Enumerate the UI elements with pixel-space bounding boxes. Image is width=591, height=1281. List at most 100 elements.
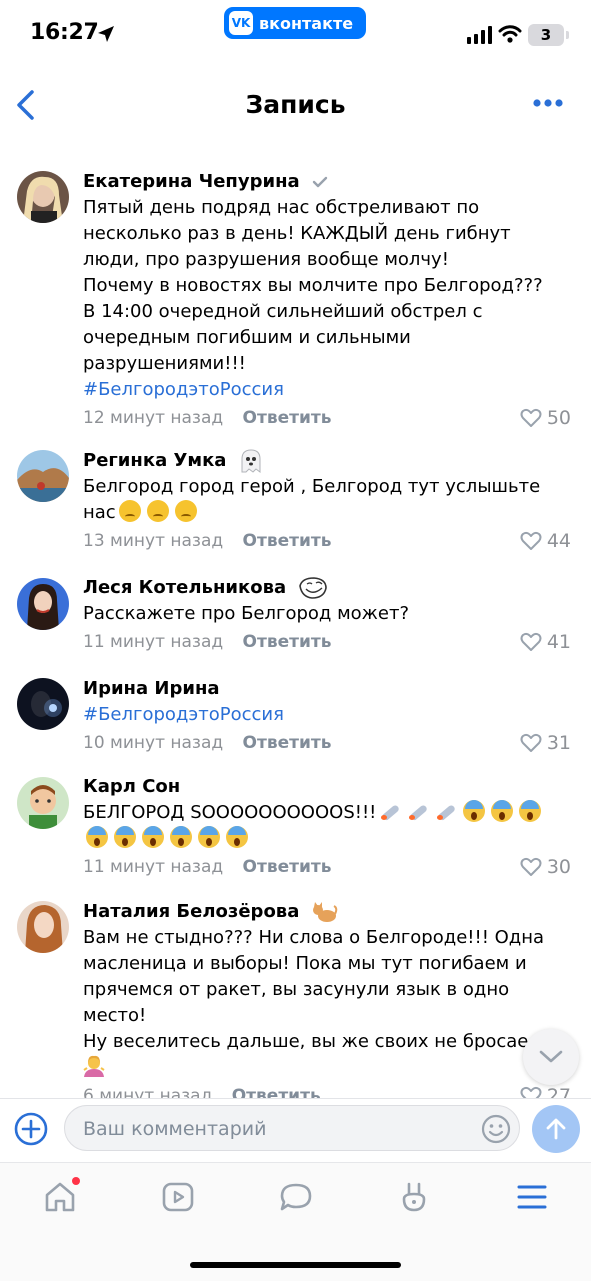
comment-time: 12 минут назад [83,408,224,428]
vk-logo-icon: VK [229,11,253,35]
reply-button[interactable]: Ответить [232,1086,321,1098]
scream-face-emoji [114,826,136,848]
woman-shrugging-emoji [83,1055,105,1077]
like-button[interactable]: 44 [520,526,571,556]
battery-nub [566,31,569,39]
cellular-signal-icon [467,26,492,44]
scream-face-emoji [491,800,514,822]
comment-item: Ирина Ирина #БелгородэтоРоссия 10 минут … [0,675,591,765]
verified-check-icon [312,176,328,188]
like-count: 41 [546,631,571,653]
comment-time: 13 минут назад [83,531,224,551]
heart-icon [520,531,542,550]
comment-item: Карл Сон БЕЛГОРОД SOOOOOOOOOOS!!! 11 мин… [0,773,591,888]
avatar[interactable] [17,578,69,630]
comment-text-body: БЕЛГОРОД SOOOOOOOOOOS!!! [83,802,377,823]
like-count: 30 [546,856,571,878]
hashtag-link[interactable]: #БелгородэтоРоссия [83,702,571,728]
comment-composer [0,1098,591,1163]
like-button[interactable]: 30 [520,852,571,882]
tab-menu[interactable] [512,1177,552,1217]
like-button[interactable]: 50 [520,403,571,433]
author-name[interactable]: Регинка Умка [83,450,226,471]
reply-button[interactable]: Ответить [243,733,332,753]
downcast-face-emoji [174,500,197,522]
vk-app-label: вконтакте [259,13,354,33]
more-options-icon[interactable] [532,96,564,110]
comment-input[interactable] [81,1106,475,1152]
scream-face-emoji [170,826,192,848]
menu-icon [517,1185,547,1209]
comment-item: Леся Котельникова Расскажете про Белгоро… [0,574,591,664]
wifi-icon [498,25,522,43]
emoji-smile-icon[interactable] [480,1113,512,1145]
like-count: 50 [546,407,571,429]
avatar[interactable] [17,901,69,953]
downcast-face-emoji [146,500,169,522]
messages-icon [280,1183,312,1211]
location-arrow-icon [98,26,114,42]
scream-face-emoji [463,800,486,822]
author-name[interactable]: Леся Котельникова [83,577,286,598]
chevron-down-icon [539,1050,563,1063]
comment-meta: 6 минут назад Ответить 27 [83,1081,571,1098]
comment-text: Белгород город герой , Белгород тут услы… [83,474,571,526]
comment-author[interactable]: Ирина Ирина [83,675,571,702]
author-name[interactable]: Екатерина Чепурина [83,171,300,192]
trollface-icon [299,577,328,599]
reply-button[interactable]: Ответить [243,408,332,428]
scroll-cut-edge [0,134,591,142]
avatar[interactable] [17,171,69,223]
rocket-emoji [407,800,429,822]
comment-author[interactable]: Наталия Белозёрова [83,898,571,925]
comment-meta: 13 минут назад Ответить 44 [83,526,571,556]
ghost-icon [241,449,261,473]
comment-time: 10 минут назад [83,733,224,753]
send-arrow-icon [546,1118,566,1140]
rocket-emoji [379,800,401,822]
heart-icon [520,632,542,651]
status-time: 16:27 [30,20,99,45]
comment-item: Екатерина Чепурина Пятый день подряд нас… [0,168,591,433]
author-name[interactable]: Ирина Ирина [83,678,220,699]
avatar[interactable] [17,777,69,829]
reply-button[interactable]: Ответить [243,857,332,877]
comment-text: БЕЛГОРОД SOOOOOOOOOOS!!! [83,800,571,852]
tab-clips[interactable] [394,1177,434,1217]
send-button[interactable] [532,1105,580,1153]
comment-author[interactable]: Регинка Умка [83,447,571,474]
add-attachment-icon[interactable] [13,1111,49,1147]
page-title: Запись [245,90,346,119]
cat-icon [312,902,337,922]
like-button[interactable]: 41 [520,627,571,657]
comment-emoji-row [83,1055,571,1081]
tab-home[interactable] [40,1177,80,1217]
comment-time: 6 минут назад [83,1086,213,1098]
battery-indicator: 3 [528,24,564,46]
comment-meta: 11 минут назад Ответить 30 [83,852,571,882]
like-button[interactable]: 31 [520,728,571,758]
heart-icon [520,1086,542,1098]
clips-icon [402,1182,426,1212]
vk-app-badge[interactable]: VK вконтакте [224,7,366,39]
reply-button[interactable]: Ответить [243,531,332,551]
avatar[interactable] [17,450,69,502]
comment-author[interactable]: Карл Сон [83,773,571,800]
author-name[interactable]: Карл Сон [83,776,180,797]
comment-meta: 11 минут назад Ответить 41 [83,627,571,657]
comment-author[interactable]: Екатерина Чепурина [83,168,571,195]
hashtag-link[interactable]: #БелгородэтоРоссия [83,377,571,403]
comment-author[interactable]: Леся Котельникова [83,574,571,601]
author-name[interactable]: Наталия Белозёрова [83,901,299,922]
reply-button[interactable]: Ответить [243,632,332,652]
scroll-down-button[interactable] [523,1029,579,1085]
scream-face-emoji [519,800,542,822]
comment-time: 11 минут назад [83,857,224,877]
like-count: 31 [546,732,571,754]
comment-text: Пятый день подряд нас обстреливают по не… [83,197,543,374]
tab-messages[interactable] [276,1177,316,1217]
avatar[interactable] [17,678,69,730]
scream-face-emoji [86,826,108,848]
tab-video[interactable] [158,1177,198,1217]
home-indicator [190,1262,401,1268]
